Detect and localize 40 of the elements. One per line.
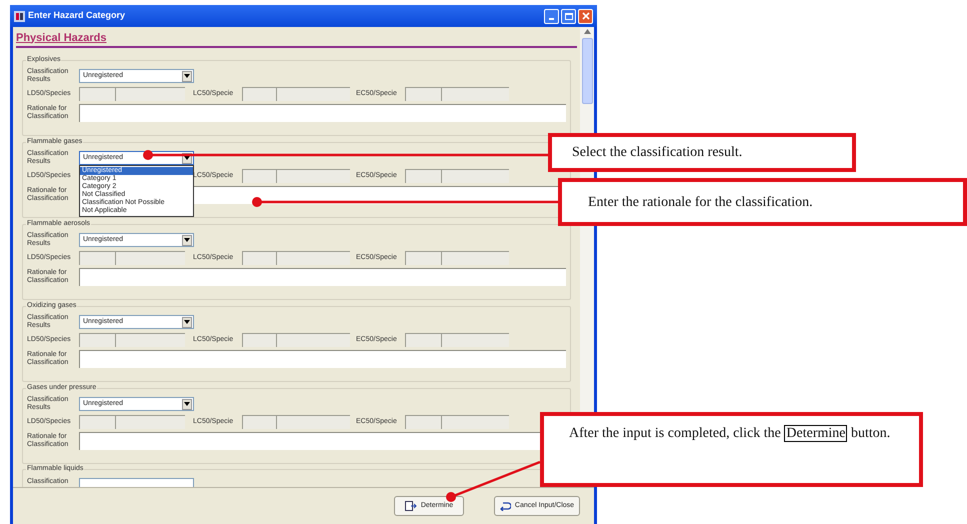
disabled-field (441, 87, 509, 101)
callout-text: After the input is completed, click the Determine button. (569, 424, 892, 443)
disabled-field (242, 251, 276, 265)
disabled-field (405, 87, 441, 101)
page-heading: Physical Hazards (16, 30, 106, 46)
disabled-field (115, 333, 185, 347)
window-title: Enter Hazard Category (28, 9, 126, 22)
document-arrow-icon (404, 501, 417, 511)
disabled-field (242, 87, 276, 101)
minimize-button[interactable] (544, 8, 559, 24)
app-icon (14, 10, 25, 22)
disabled-field (79, 333, 115, 347)
callout-text: Enter the rationale for the classification. (588, 194, 813, 212)
scrollbar-thumb[interactable] (582, 38, 592, 104)
disabled-field (115, 87, 185, 101)
disabled-field (115, 415, 185, 429)
disabled-field (441, 251, 509, 265)
scroll-up-arrow-icon[interactable] (584, 29, 590, 34)
disabled-field (115, 251, 185, 265)
return-arrow-icon (500, 501, 511, 511)
maximize-button[interactable] (561, 8, 576, 24)
disabled-field (79, 87, 115, 101)
disabled-field (405, 251, 441, 265)
callout-text: Select the classification result. (572, 144, 742, 162)
disabled-field (242, 169, 276, 183)
rationale-input[interactable] (79, 104, 566, 122)
rationale-input[interactable] (79, 350, 566, 368)
disabled-field (405, 415, 441, 429)
disabled-field (441, 333, 509, 347)
disabled-field (441, 169, 509, 183)
close-icon (582, 12, 590, 20)
disabled-field (441, 415, 509, 429)
disabled-field (405, 169, 441, 183)
disabled-field (242, 333, 276, 347)
close-button[interactable] (578, 8, 593, 24)
disabled-field (242, 415, 276, 429)
disabled-field (79, 251, 115, 265)
disabled-field (405, 333, 441, 347)
disabled-field (79, 415, 115, 429)
rationale-input[interactable] (79, 268, 566, 286)
